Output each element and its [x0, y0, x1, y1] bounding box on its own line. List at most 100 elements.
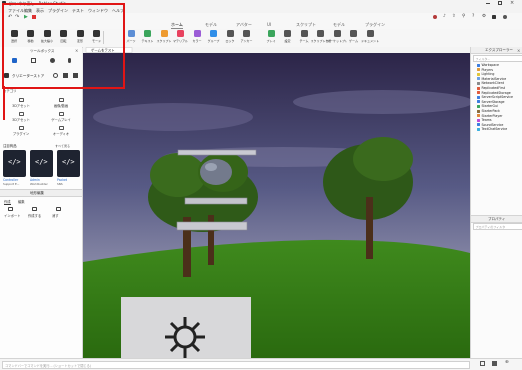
explorer-item-9[interactable]: StarterGui [477, 104, 498, 108]
explorer-item-icon [477, 114, 480, 118]
featured-card-1[interactable]: </> [30, 150, 53, 177]
category-icon [58, 126, 64, 130]
3d-viewport[interactable]: ゲームをテスト [83, 47, 470, 358]
transform-icon [76, 30, 84, 37]
team-icon [300, 30, 308, 37]
explorer-item-7[interactable]: ServerScriptService [477, 95, 513, 99]
category-label: オーディオ [52, 132, 70, 136]
ribbon-tool-20[interactable]: ドキュメント [360, 30, 380, 45]
ribbon-tool-label: アンカー [240, 38, 253, 43]
stats-icon[interactable] [492, 361, 497, 366]
explorer-item-6[interactable]: ReplicatedStorage [477, 91, 511, 95]
explorer-item-label: Teams [481, 118, 492, 123]
explorer-item-0[interactable]: Workspace [477, 63, 499, 67]
inventory-tab-icon[interactable] [31, 58, 36, 63]
ribbon-tab-3[interactable]: UI [267, 22, 271, 28]
explorer-item-icon [477, 63, 480, 67]
explorer-item-icon [477, 81, 480, 85]
explorer-item-4[interactable]: NetworkClient [477, 81, 504, 85]
explorer-item-icon [477, 104, 480, 108]
panel-close-icon[interactable]: × [517, 48, 520, 53]
creator-store-label[interactable]: クリエーターストア [12, 74, 44, 79]
explorer-item-label: ReplicatedStorage [481, 90, 511, 95]
terrain-action-icon[interactable] [56, 207, 61, 211]
explorer-item-label: StarterPack [481, 109, 500, 113]
ribbon-tool-13[interactable]: アンカー [237, 30, 257, 45]
play-quick-icon[interactable]: ▶ [24, 14, 28, 20]
output-icon[interactable] [480, 361, 485, 366]
ribbon-separator [103, 31, 104, 44]
explorer-item-label: ServerScriptService [481, 95, 513, 100]
undo-icon[interactable]: ↶ [8, 14, 12, 20]
category-button-2[interactable]: 3Dアセット [2, 112, 40, 123]
explorer-item-10[interactable]: StarterPack [477, 109, 500, 113]
profile-icon[interactable] [503, 15, 507, 19]
marketplace-tab-icon[interactable] [12, 58, 17, 63]
explorer-item-icon [477, 77, 480, 81]
ribbon-tab-0[interactable]: ホーム [171, 22, 183, 29]
filter-icon[interactable] [73, 73, 78, 78]
team-create-icon[interactable]: ⚲ [462, 14, 465, 19]
move-icon [27, 30, 34, 37]
explorer-item-14[interactable]: TextChatService [477, 127, 507, 131]
creations-tab-icon[interactable] [68, 58, 71, 63]
ribbon-tab-1[interactable]: モデル [205, 22, 217, 28]
category-button-4[interactable]: プラグイン [2, 126, 40, 137]
featured-card-0[interactable]: </> [3, 150, 26, 177]
ribbon-tab-4[interactable]: スクリプト [296, 22, 316, 28]
explorer-item-1[interactable]: Players [477, 68, 493, 72]
terrain-action-2[interactable]: 消す [52, 213, 59, 218]
see-all-link[interactable]: すべて見る [55, 143, 70, 148]
explorer-item-13[interactable]: SoundService [477, 123, 503, 127]
collaborate-icon[interactable] [492, 15, 496, 19]
game-scene[interactable]: ゲームをテスト [83, 47, 470, 358]
category-button-5[interactable]: オーディオ [42, 126, 80, 137]
terrain-action-0[interactable]: インポート [4, 213, 20, 218]
panel-close-icon[interactable]: × [75, 48, 78, 53]
category-button-1[interactable]: 画像/動画 [42, 98, 80, 109]
explorer-item-11[interactable]: StarterPlayer [477, 114, 502, 118]
featured-card-2[interactable]: </> [57, 150, 80, 177]
play-icon [267, 30, 275, 37]
maximize-button[interactable] [498, 1, 502, 5]
properties-header: プロパティ [471, 215, 522, 223]
minimize-button[interactable] [486, 2, 490, 4]
tree-foliage-right [353, 137, 413, 181]
ribbon-tab-6[interactable]: プラグイン [365, 22, 385, 28]
share-icon[interactable]: ⇧ [452, 14, 456, 19]
explorer-item-label: SoundService [481, 122, 504, 127]
properties-filter-input[interactable]: プロパティのフィルタ [473, 223, 522, 230]
explorer-item-2[interactable]: Lighting [477, 72, 494, 76]
category-label: 画像/動画 [53, 104, 69, 108]
category-button-0[interactable]: 3Dアセット [2, 98, 40, 109]
explorer-item-8[interactable]: ServerStorage [477, 100, 504, 104]
explorer-item-5[interactable]: ReplicatedFirst [477, 86, 505, 90]
grid-view-icon[interactable] [63, 73, 68, 78]
explorer-item-3[interactable]: MaterialService [477, 77, 506, 81]
ribbon-tab-2[interactable]: アバター [236, 22, 252, 28]
recent-tab-icon[interactable] [50, 58, 55, 63]
terrain-tab-1[interactable]: 編集 [18, 199, 25, 204]
stop-quick-icon[interactable] [32, 15, 36, 19]
explorer-item-icon [477, 86, 480, 90]
terrain-action-1[interactable]: 作成する [28, 213, 41, 218]
command-bar-input[interactable]: コマンドバーでコマンドを実行... (ショートカットで閉じる) [2, 361, 470, 369]
terrain-tab-0[interactable]: 作成 [4, 199, 11, 205]
redo-icon[interactable]: ↷ [15, 14, 19, 20]
close-button[interactable]: × [510, 0, 514, 6]
notifications-icon[interactable]: ♪ [443, 14, 446, 19]
terrain-action-icon[interactable] [8, 207, 13, 211]
explorer-item-label: TextChatService [481, 127, 508, 132]
category-label: 3Dアセット [12, 118, 30, 122]
search-icon[interactable] [53, 73, 58, 78]
avatar-icon[interactable] [433, 15, 437, 19]
ribbon-tab-5[interactable]: モデル [333, 22, 345, 28]
help-icon[interactable]: ? [472, 14, 474, 19]
settings-icon[interactable]: ⚙ [482, 14, 486, 19]
explorer-item-12[interactable]: Teams [477, 118, 492, 122]
terrain-action-icon[interactable] [32, 207, 37, 211]
zoom-icon[interactable]: ⊕ [505, 360, 509, 365]
category-button-3[interactable]: ゲームプレイ [42, 112, 80, 123]
explorer-filter-input[interactable]: フィルタ... [473, 55, 522, 62]
stone-sphere-highlight [205, 163, 217, 171]
